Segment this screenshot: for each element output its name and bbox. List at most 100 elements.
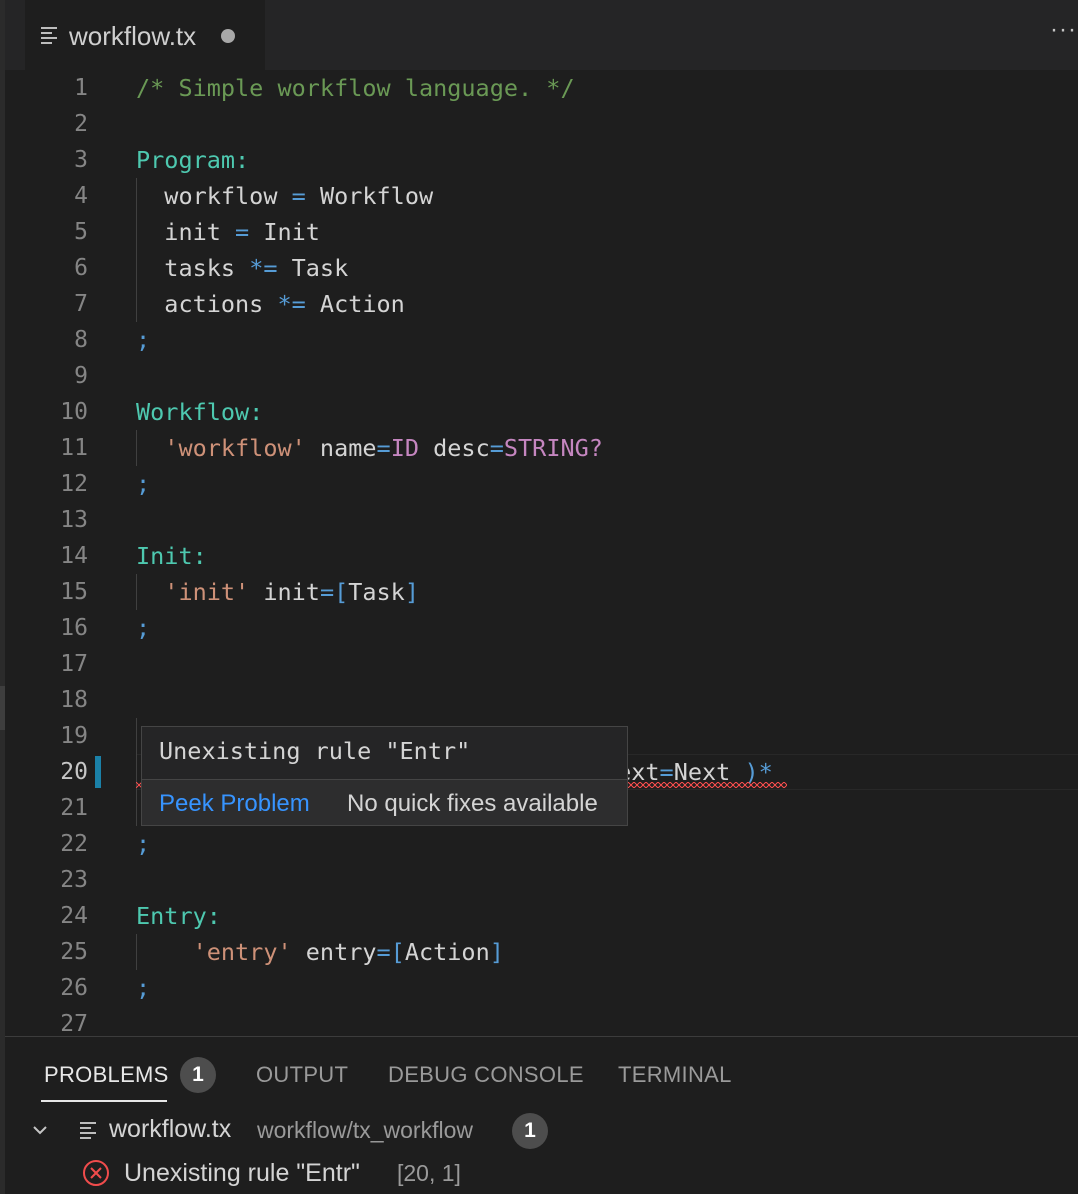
code-text: 'workflow' name=ID desc=STRING?	[136, 430, 603, 466]
code-token: Init:	[136, 542, 207, 570]
code-line[interactable]: 11 'workflow' name=ID desc=STRING?	[5, 430, 1078, 466]
tab-output[interactable]: OUTPUT	[256, 1062, 348, 1088]
code-token: ;	[136, 326, 151, 354]
code-token: name	[305, 434, 377, 462]
line-number: 16	[60, 615, 88, 641]
line-number: 10	[60, 399, 88, 425]
line-number: 18	[60, 687, 88, 713]
code-token: init	[136, 218, 236, 246]
line-number: 6	[74, 255, 88, 281]
file-problem-count-badge: 1	[512, 1113, 548, 1149]
code-text: Program:	[136, 142, 249, 178]
code-text: ;	[136, 466, 150, 502]
code-line[interactable]: 6 tasks *= Task	[5, 250, 1078, 286]
code-text: tasks *= Task	[136, 250, 348, 286]
code-text: init = Init	[136, 214, 320, 250]
line-number: 23	[60, 867, 88, 893]
code-line[interactable]: 3 Program:	[5, 142, 1078, 178]
line-number: 1	[74, 75, 88, 101]
code-token: =	[489, 434, 504, 462]
code-text: Init:	[136, 538, 207, 574]
line-number: 2	[74, 111, 88, 137]
code-token: ]	[489, 938, 504, 966]
line-number: 8	[74, 327, 88, 353]
tab-debug-console[interactable]: DEBUG CONSOLE	[388, 1062, 584, 1088]
code-token: =[	[319, 578, 349, 606]
code-token: actions	[136, 290, 278, 318]
code-token: Task	[277, 254, 349, 282]
code-token: ;	[136, 470, 151, 498]
code-line[interactable]: 18	[5, 682, 1078, 718]
code-line[interactable]: 1 /* Simple workflow language. */	[5, 70, 1078, 106]
line-number: 12	[60, 471, 88, 497]
code-text: ;	[136, 826, 150, 862]
code-editor[interactable]: 1/* Simple workflow language. */2 3 Progra…	[5, 70, 1078, 1037]
line-number: 5	[74, 219, 88, 245]
line-number: 4	[74, 183, 88, 209]
code-text: ;	[136, 610, 150, 646]
code-line[interactable]: 13	[5, 502, 1078, 538]
code-token: init	[249, 578, 320, 606]
code-line[interactable]: 12;	[5, 466, 1078, 502]
code-token: workflow	[136, 182, 292, 210]
editor-tab[interactable]: workflow.tx	[25, 0, 265, 70]
line-number: 9	[74, 363, 88, 389]
unsaved-dot-icon[interactable]	[221, 29, 235, 43]
code-token: ;	[136, 830, 151, 858]
code-token: =	[291, 182, 306, 210]
more-actions-icon[interactable]: ···	[1050, 16, 1077, 44]
code-text: 'entry' entry=[Action]	[136, 934, 504, 970]
code-token: 'entry'	[192, 938, 292, 966]
code-token: Init	[249, 218, 320, 246]
line-number: 20	[60, 759, 88, 785]
code-token: Action	[404, 938, 490, 966]
hover-error-message: Unexisting rule "Entr"	[159, 737, 471, 765]
file-lines-icon	[80, 1122, 96, 1140]
code-line[interactable]: 7 actions *= Action	[5, 286, 1078, 322]
problems-count-badge: 1	[180, 1057, 216, 1093]
problem-message[interactable]: Unexisting rule "Entr"	[124, 1159, 360, 1188]
code-line[interactable]: 22;	[5, 826, 1078, 862]
peek-problem-link[interactable]: Peek Problem	[159, 790, 310, 818]
tab-terminal[interactable]: TERMINAL	[618, 1062, 732, 1088]
code-line[interactable]: 16;	[5, 610, 1078, 646]
code-line[interactable]: 9	[5, 358, 1078, 394]
problem-file-path: workflow/tx_workflow	[257, 1117, 473, 1143]
code-token: 'workflow'	[164, 434, 306, 462]
code-token: Action	[305, 290, 405, 318]
code-line[interactable]: 5 init = Init	[5, 214, 1078, 250]
code-line[interactable]: 23	[5, 862, 1078, 898]
problem-hover-widget: Unexisting rule "Entr" Peek Problem No q…	[141, 726, 628, 826]
code-token: =[	[376, 938, 405, 966]
line-number: 3	[74, 147, 88, 173]
code-line[interactable]: 25 'entry' entry=[Action]	[5, 934, 1078, 970]
code-token: ID	[390, 434, 419, 462]
line-number: 11	[60, 435, 88, 461]
code-text: Entry:	[136, 898, 221, 934]
code-token: =	[235, 218, 250, 246]
problem-file-name[interactable]: workflow.tx	[109, 1115, 231, 1144]
line-number: 15	[60, 579, 88, 605]
code-token: ;	[136, 614, 151, 642]
tab-problems[interactable]: PROBLEMS	[44, 1062, 169, 1088]
code-line[interactable]: 10 Workflow:	[5, 394, 1078, 430]
code-text: actions *= Action	[136, 286, 405, 322]
line-number: 17	[60, 651, 88, 677]
code-line[interactable]: 17	[5, 646, 1078, 682]
code-token: ;	[136, 974, 151, 1002]
code-line[interactable]: 4 workflow = Workflow	[5, 178, 1078, 214]
code-token: Workflow:	[136, 398, 264, 426]
code-line[interactable]: 2	[5, 106, 1078, 142]
code-line[interactable]: 8;	[5, 322, 1078, 358]
code-text: 'init' init=[Task]	[136, 574, 419, 610]
code-token: Task	[348, 578, 405, 606]
code-token: STRING?	[503, 434, 603, 462]
chevron-down-icon[interactable]	[33, 1123, 47, 1137]
code-line[interactable]: 15 'init' init=[Task]	[5, 574, 1078, 610]
code-line[interactable]: 14 Init:	[5, 538, 1078, 574]
code-line[interactable]: 24 Entry:	[5, 898, 1078, 934]
line-number: 24	[60, 903, 88, 929]
code-token: Workflow	[305, 182, 434, 210]
code-line[interactable]: 26;	[5, 970, 1078, 1006]
